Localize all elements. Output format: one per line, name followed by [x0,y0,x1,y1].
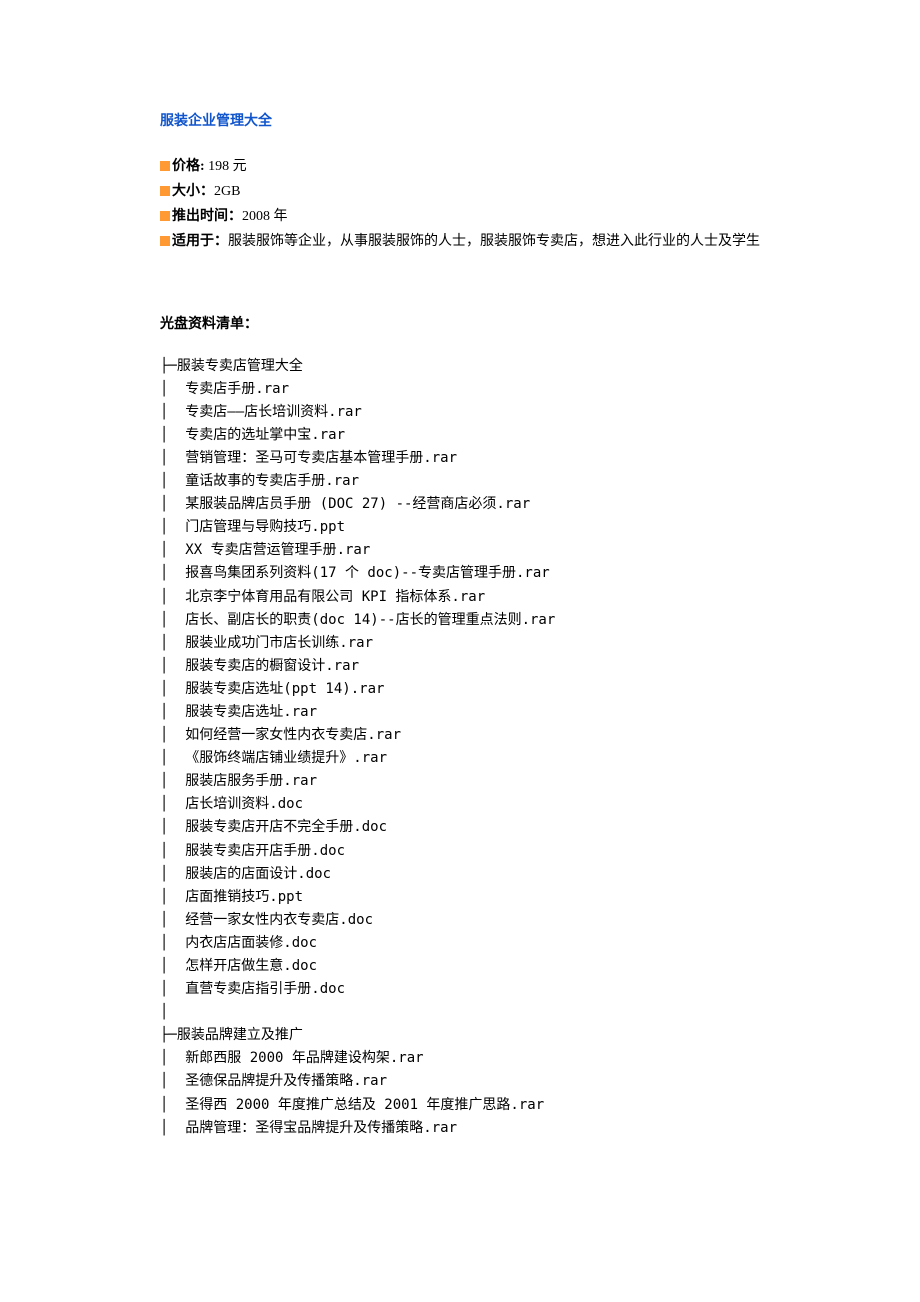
meta-value: 2GB [214,184,240,199]
tree-line: │ 店面推销技巧.ppt [160,886,760,909]
meta-label: 价格: [172,159,205,174]
meta-label: 大小： [172,184,214,199]
meta-value: 198 元 [205,159,247,174]
file-tree: ├─服装专卖店管理大全│ 专卖店手册.rar│ 专卖店——店长培训资料.rar│… [160,355,760,1140]
tree-line: │ 内衣店店面装修.doc [160,932,760,955]
tree-line: │ 报喜鸟集团系列资料(17 个 doc)--专卖店管理手册.rar [160,562,760,585]
tree-line: │ 专卖店——店长培训资料.rar [160,401,760,424]
tree-line: │ 营销管理：圣马可专卖店基本管理手册.rar [160,447,760,470]
tree-line: │ 圣德保品牌提升及传播策略.rar [160,1070,760,1093]
tree-line: │ XX 专卖店营运管理手册.rar [160,539,760,562]
meta-row: 适用于：服装服饰等企业，从事服装服饰的人士，服装服饰专卖店，想进入此行业的人士及… [160,230,760,253]
tree-line: │ 新郎西服 2000 年品牌建设构架.rar [160,1047,760,1070]
tree-line: │ 服装业成功门市店长训练.rar [160,632,760,655]
tree-line: │ 如何经营一家女性内衣专卖店.rar [160,724,760,747]
meta-row: 推出时间：2008 年 [160,205,760,228]
meta-value: 服装服饰等企业，从事服装服饰的人士，服装服饰专卖店，想进入此行业的人士及学生 [228,234,760,249]
bullet-icon [160,161,170,171]
meta-label: 适用于： [172,234,228,249]
tree-line: │ 门店管理与导购技巧.ppt [160,516,760,539]
bullet-icon [160,186,170,196]
tree-line: │ 服装专卖店选址(ppt 14).rar [160,678,760,701]
tree-line: │ 店长培训资料.doc [160,793,760,816]
tree-line: │ 品牌管理：圣得宝品牌提升及传播策略.rar [160,1117,760,1140]
tree-line: │ 经营一家女性内衣专卖店.doc [160,909,760,932]
meta-value: 2008 年 [242,209,288,224]
tree-line: │ 专卖店的选址掌中宝.rar [160,424,760,447]
meta-block: 价格: 198 元大小：2GB推出时间：2008 年适用于：服装服饰等企业，从事… [160,155,760,253]
tree-line: ├─服装品牌建立及推广 [160,1024,760,1047]
tree-line: │ 服装专卖店的橱窗设计.rar [160,655,760,678]
tree-line: │ 《服饰终端店铺业绩提升》.rar [160,747,760,770]
meta-label: 推出时间： [172,209,242,224]
tree-line: │ 圣得西 2000 年度推广总结及 2001 年度推广思路.rar [160,1094,760,1117]
tree-line: │ 某服装品牌店员手册 (DOC 27) --经营商店必须.rar [160,493,760,516]
tree-line: │ 服装专卖店开店手册.doc [160,840,760,863]
tree-line: │ 服装店的店面设计.doc [160,863,760,886]
tree-line: │ 怎样开店做生意.doc [160,955,760,978]
meta-row: 价格: 198 元 [160,155,760,178]
tree-line: │ 服装店服务手册.rar [160,770,760,793]
tree-line: │ 专卖店手册.rar [160,378,760,401]
tree-line: │ 服装专卖店选址.rar [160,701,760,724]
listing-header: 光盘资料清单： [160,313,760,336]
tree-line: ├─服装专卖店管理大全 [160,355,760,378]
bullet-icon [160,211,170,221]
bullet-icon [160,236,170,246]
tree-line: │ 北京李宁体育用品有限公司 KPI 指标体系.rar [160,586,760,609]
meta-row: 大小：2GB [160,180,760,203]
page-title: 服装企业管理大全 [160,110,760,133]
tree-line: │ 服装专卖店开店不完全手册.doc [160,816,760,839]
tree-line: │ [160,1001,760,1024]
tree-line: │ 直营专卖店指引手册.doc [160,978,760,1001]
tree-line: │ 店长、副店长的职责(doc 14)--店长的管理重点法则.rar [160,609,760,632]
tree-line: │ 童话故事的专卖店手册.rar [160,470,760,493]
